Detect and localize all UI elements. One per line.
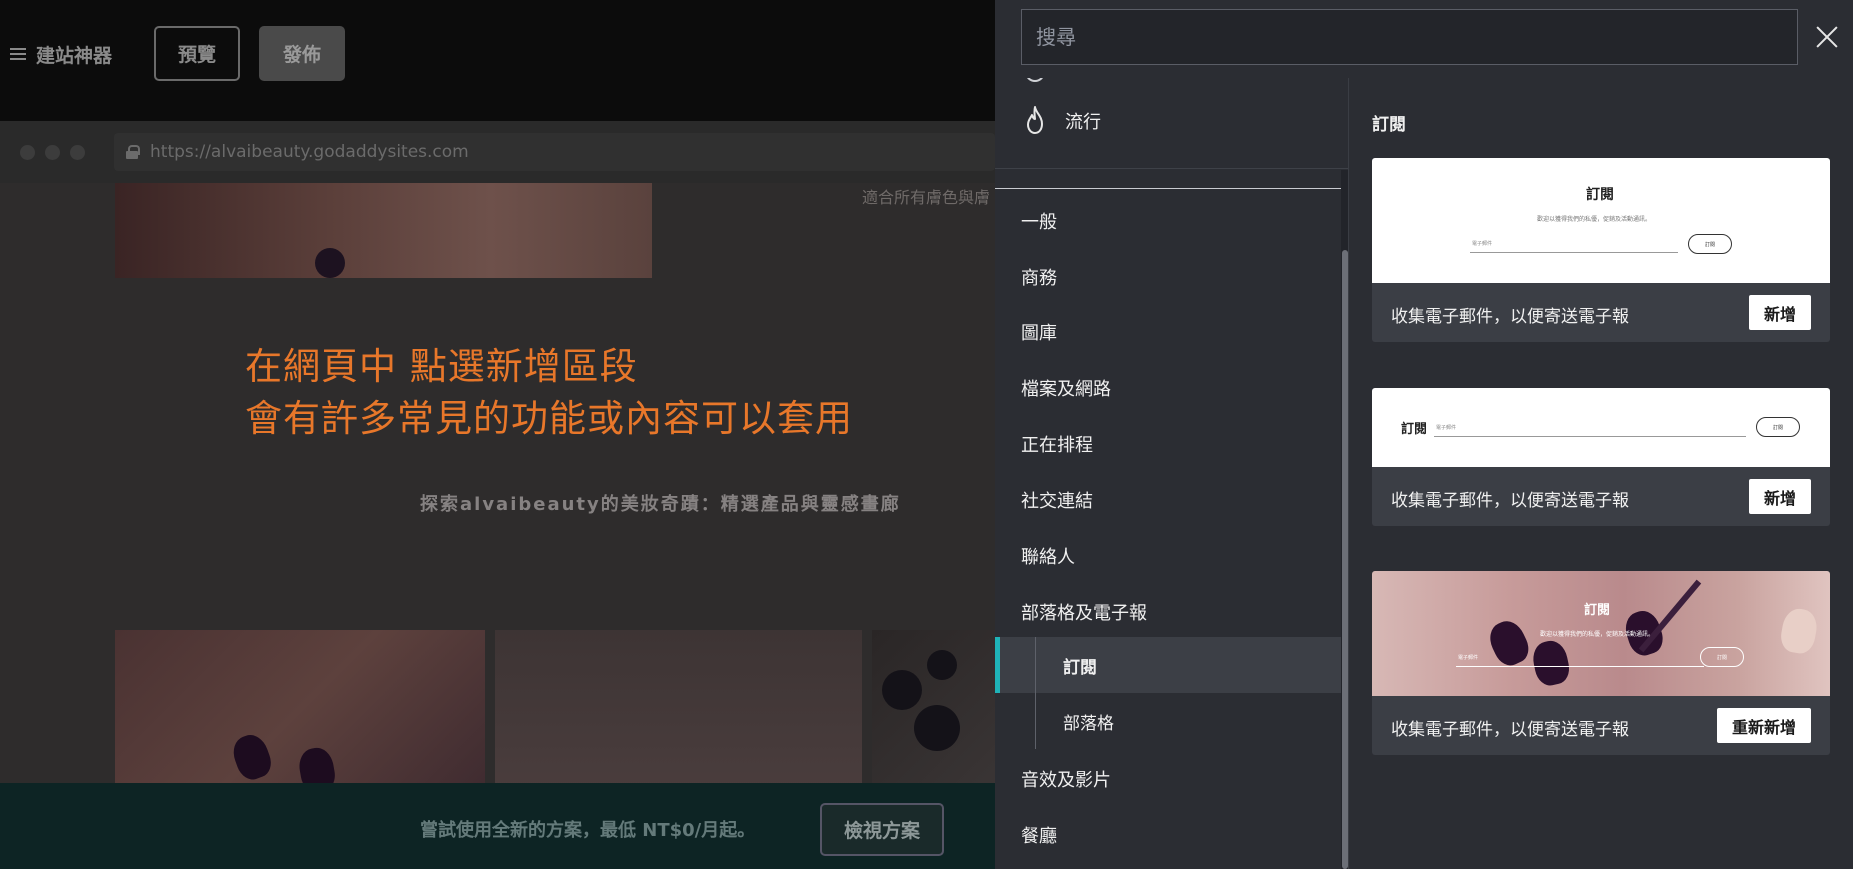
annotation-text: 在網頁中 點選新增區段 會有許多常見的功能或內容可以套用	[245, 341, 853, 445]
preview-title: 訂閱	[1584, 603, 1611, 618]
preview-button: 訂閱	[1688, 234, 1732, 254]
search-input[interactable]	[1021, 9, 1798, 65]
flame-icon	[1027, 106, 1043, 134]
category-business[interactable]: 商務	[1021, 264, 1057, 290]
template-description: 收集電子郵件，以便寄送電子報	[1391, 491, 1629, 511]
brand[interactable]: 建站神器	[10, 40, 112, 68]
nail-image-detail	[315, 248, 345, 278]
preview-field-label: 電子郵件	[1436, 425, 1457, 431]
template-card[interactable]: 訂閱 歡迎以獲得我們的私優，促銷及活動通訊。 電子郵件 訂閱 收集電子郵件，以便…	[1372, 158, 1830, 342]
berry-image-detail	[914, 705, 960, 751]
category-audio-video[interactable]: 音效及影片	[1021, 766, 1111, 792]
template-preview: 訂閱 歡迎以獲得我們的私優，促銷及活動通訊。 電子郵件 訂閱	[1372, 158, 1830, 283]
partial-category-icon	[1025, 78, 1045, 82]
preview-button: 訂閱	[1700, 647, 1744, 667]
view-plans-button[interactable]: 檢視方案	[820, 803, 944, 856]
search-area	[995, 0, 1853, 78]
nail-image-detail	[1484, 615, 1534, 671]
lock-icon	[126, 145, 140, 159]
editor-background: 建站神器 預覽 發佈 https://alvaibeauty.godaddysi…	[0, 0, 995, 869]
preview-title: 訂閱	[1586, 187, 1614, 203]
preview-field-label: 電子郵件	[1458, 655, 1479, 661]
preview-field	[1470, 252, 1678, 253]
window-dot-icon	[45, 145, 60, 160]
subcategory-blog[interactable]: 部落格	[995, 693, 1341, 749]
window-dot-icon	[20, 145, 35, 160]
app-root: 建站神器 預覽 發佈 https://alvaibeauty.godaddysi…	[0, 0, 1853, 869]
category-list: 流行 一般 商務 圖庫 檔案及網路 正在排程 社交連結 聯絡人 部落格及電子報 …	[995, 78, 1349, 869]
template-card[interactable]: 訂閱 電子郵件 訂閱 收集電子郵件，以便寄送電子報 新增	[1372, 388, 1830, 526]
section-templates: 訂閱 訂閱 歡迎以獲得我們的私優，促銷及活動通訊。 電子郵件 訂閱 收集電子郵件…	[1350, 78, 1853, 869]
nail-image-detail	[1529, 637, 1573, 689]
nail-image-detail	[228, 730, 276, 783]
category-restaurant[interactable]: 餐廳	[1021, 822, 1057, 848]
nail-image-detail	[296, 745, 338, 783]
gallery-image	[872, 630, 995, 783]
template-description: 收集電子郵件，以便寄送電子報	[1391, 720, 1629, 740]
add-section-panel: 流行 一般 商務 圖庫 檔案及網路 正在排程 社交連結 聯絡人 部落格及電子報 …	[995, 0, 1853, 869]
gallery-image	[115, 630, 485, 783]
finger-image-detail	[1778, 606, 1820, 656]
category-contacts[interactable]: 聯絡人	[1021, 543, 1075, 569]
category-blog-newsletter[interactable]: 部落格及電子報	[1021, 599, 1147, 625]
preview-field	[1434, 436, 1746, 437]
gallery-image	[495, 630, 862, 783]
berry-image-detail	[927, 650, 957, 680]
add-template-button[interactable]: 新增	[1748, 295, 1811, 330]
menu-icon[interactable]	[10, 47, 26, 61]
close-icon[interactable]	[1811, 21, 1843, 53]
template-footer: 收集電子郵件，以便寄送電子報 新增	[1372, 467, 1830, 526]
hero-image	[115, 183, 652, 278]
active-indicator	[995, 637, 1000, 693]
template-footer: 收集電子郵件，以便寄送電子報 新增	[1372, 283, 1830, 342]
site-subtitle: 探索alvaibeauty的美妝奇蹟：精選產品與靈感畫廊	[420, 494, 901, 515]
category-gallery[interactable]: 圖庫	[1021, 319, 1057, 345]
subcategory-subscribe-label: 訂閱	[1063, 658, 1097, 678]
preview-subtitle: 歡迎以獲得我們的私優，促銷及活動通訊。	[1540, 631, 1655, 638]
preview-title: 訂閱	[1401, 422, 1428, 437]
brand-label: 建站神器	[36, 44, 113, 67]
subcategory-subscribe[interactable]: 訂閱	[995, 637, 1341, 693]
annotation-line-1: 在網頁中 點選新增區段	[245, 345, 638, 388]
preview-subtitle: 歡迎以獲得我們的私優，促銷及活動通訊。	[1537, 216, 1652, 223]
preview-button[interactable]: 預覽	[154, 26, 240, 81]
subcategory-blog-label: 部落格	[1063, 714, 1114, 734]
browser-chrome: https://alvaibeauty.godaddysites.com	[0, 121, 995, 183]
divider	[995, 168, 1348, 169]
category-scheduling[interactable]: 正在排程	[1021, 431, 1093, 457]
url-text: https://alvaibeauty.godaddysites.com	[150, 142, 469, 162]
promo-bar: 嘗試使用全新的方案，最低 NT$0/月起。 檢視方案	[0, 783, 995, 869]
category-files-web[interactable]: 檔案及網路	[1021, 375, 1111, 401]
template-preview: 訂閱 歡迎以獲得我們的私優，促銷及活動通訊。 電子郵件 訂閱	[1372, 571, 1830, 696]
category-popular-label: 流行	[1065, 112, 1101, 133]
template-preview: 訂閱 電子郵件 訂閱	[1372, 388, 1830, 467]
template-description: 收集電子郵件，以便寄送電子報	[1391, 307, 1629, 327]
publish-button[interactable]: 發佈	[259, 26, 345, 81]
category-general[interactable]: 一般	[1021, 208, 1057, 234]
add-template-button[interactable]: 新增	[1748, 479, 1811, 514]
section-title: 訂閱	[1372, 115, 1406, 135]
template-card[interactable]: 訂閱 歡迎以獲得我們的私優，促銷及活動通訊。 電子郵件 訂閱 收集電子郵件，以便…	[1372, 571, 1830, 755]
tree-line	[1035, 693, 1036, 749]
url-bar: https://alvaibeauty.godaddysites.com	[114, 133, 995, 171]
promo-text: 嘗試使用全新的方案，最低 NT$0/月起。	[420, 820, 756, 841]
scrollbar-thumb[interactable]	[1342, 250, 1348, 869]
preview-field	[1456, 666, 1704, 667]
preview-field-label: 電子郵件	[1472, 241, 1493, 247]
template-footer: 收集電子郵件，以便寄送電子報 重新新增	[1372, 696, 1830, 755]
berry-image-detail	[882, 670, 922, 710]
window-dot-icon	[70, 145, 85, 160]
annotation-line-2: 會有許多常見的功能或內容可以套用	[245, 397, 853, 440]
site-preview: 適合所有膚色與膚 在網頁中 點選新增區段 會有許多常見的功能或內容可以套用 探索…	[0, 183, 995, 783]
tree-line	[1035, 637, 1036, 693]
category-popular[interactable]: 流行	[995, 101, 1348, 139]
preview-button: 訂閱	[1756, 417, 1800, 437]
re-add-template-button[interactable]: 重新新增	[1716, 708, 1811, 743]
category-scrollbar[interactable]	[1341, 170, 1348, 869]
editor-topbar: 建站神器 預覽 發佈	[0, 0, 995, 121]
side-note: 適合所有膚色與膚	[862, 188, 991, 207]
category-social-links[interactable]: 社交連結	[1021, 487, 1093, 513]
divider	[995, 188, 1341, 189]
